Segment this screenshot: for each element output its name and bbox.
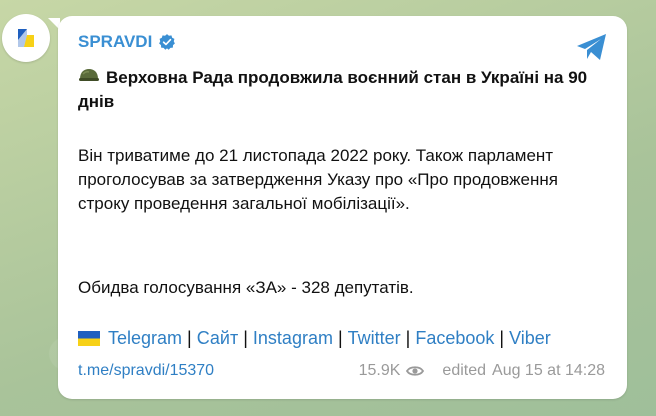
link-twitter[interactable]: Twitter (348, 328, 401, 348)
channel-avatar[interactable] (2, 14, 50, 62)
view-count: 15.9K (358, 362, 401, 379)
message-bubble: SPRAVDI Верховна Рада продовжила воєнний… (58, 16, 627, 399)
social-links-row: Telegram | Сайт | Instagram | Twitter | Facebook… (78, 328, 551, 349)
link-separator: | (337, 328, 343, 348)
military-helmet-icon (79, 69, 99, 81)
link-separator: | (243, 328, 248, 348)
channel-name[interactable]: SPRAVDI (78, 32, 152, 52)
edited-label: edited (442, 362, 487, 379)
post-paragraph-2: Обидва голосування «ЗА» - 328 депутатів. (78, 278, 414, 297)
post-permalink[interactable]: t.me/spravdi/15370 (78, 362, 214, 380)
post-title-block: Верховна Рада продовжила воєнний стан в … (78, 66, 598, 114)
post-paragraph-1: Він триватиме до 21 листопада 2022 року.… (78, 146, 558, 213)
message-meta: 15.9K edited Aug 15 at 14:28 (359, 362, 605, 380)
message-footer: t.me/spravdi/15370 15.9K edited Aug 15 a… (78, 362, 605, 380)
post-title: Верховна Рада продовжила воєнний стан в … (78, 68, 588, 111)
link-facebook[interactable]: Facebook (415, 328, 494, 348)
message-timestamp: Aug 15 at 14:28 (492, 362, 605, 379)
link-telegram[interactable]: Telegram (108, 328, 182, 348)
link-viber[interactable]: Viber (509, 328, 551, 348)
link-instagram[interactable]: Instagram (253, 328, 333, 348)
link-separator: | (405, 328, 411, 348)
eye-icon (406, 366, 425, 376)
verified-badge-icon (159, 34, 176, 50)
channel-header: SPRAVDI (78, 32, 176, 52)
link-site[interactable]: Сайт (197, 328, 239, 348)
spravdi-logo-icon (18, 29, 34, 47)
share-arrow-icon[interactable] (575, 32, 609, 62)
link-separator: | (499, 328, 505, 348)
ukraine-flag-icon (78, 331, 100, 346)
link-separator: | (187, 328, 192, 348)
